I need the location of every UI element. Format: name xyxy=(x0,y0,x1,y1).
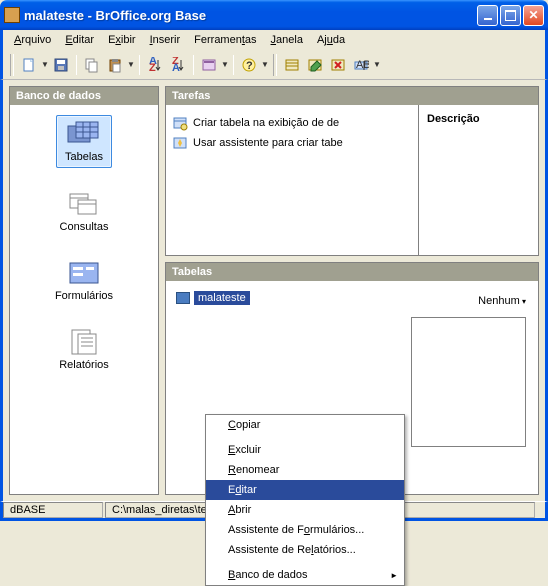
cm-abrir[interactable]: Abrir xyxy=(206,500,404,520)
menu-inserir[interactable]: Inserir xyxy=(143,32,188,48)
cm-asst-relatorios[interactable]: Assistente de Relatórios... xyxy=(206,540,404,560)
window-title: malateste - BrOffice.org Base xyxy=(24,8,477,23)
sort-asc-button[interactable]: AZ xyxy=(144,54,166,76)
menu-ferramentas[interactable]: Ferramentas xyxy=(187,32,263,48)
status-dbtype: dBASE xyxy=(3,502,103,518)
tables-icon xyxy=(66,120,102,148)
sidebar: Banco de dados Tabelas Consultas Formulá… xyxy=(9,86,159,495)
context-menu: Copiar Excluir Renomear Editar Abrir Ass… xyxy=(205,414,405,586)
task-label: Usar assistente para criar tabe xyxy=(193,137,343,149)
toolbar: ▼ ▼ AZ ZA ▼ ? ▼ AB ▼ xyxy=(0,50,548,80)
desc-header: Descrição xyxy=(427,113,480,125)
table-icon xyxy=(176,292,190,304)
help-button[interactable]: ? xyxy=(238,54,260,76)
sidebar-item-formularios[interactable]: Formulários xyxy=(47,255,121,306)
menubar: Arquivo Editar Exibir Inserir Ferramenta… xyxy=(0,30,548,50)
app-icon xyxy=(4,7,20,23)
rename-button[interactable]: AB xyxy=(350,54,372,76)
cm-renomear[interactable]: Renomear xyxy=(206,460,404,480)
help-dropdown[interactable]: ▼ xyxy=(261,60,269,69)
sidebar-label: Relatórios xyxy=(59,359,109,371)
delete-button[interactable] xyxy=(327,54,349,76)
task-wizard[interactable]: Usar assistente para criar tabe xyxy=(172,133,412,153)
save-button[interactable] xyxy=(50,54,72,76)
menu-exibir[interactable]: Exibir xyxy=(101,32,143,48)
copy-button[interactable] xyxy=(81,54,103,76)
cm-asst-formularios[interactable]: Assistente de Formulários... xyxy=(206,520,404,540)
table-item[interactable]: malateste xyxy=(176,291,528,305)
tasks-panel: Tarefas Criar tabela na exibição de de U… xyxy=(165,86,539,256)
forms-icon xyxy=(66,259,102,287)
task-icon xyxy=(172,115,188,131)
toolbar-overflow[interactable]: ▼ xyxy=(373,60,381,69)
new-button[interactable] xyxy=(18,54,40,76)
task-label: Criar tabela na exibição de de xyxy=(193,117,339,129)
minimize-button[interactable] xyxy=(477,5,498,26)
tables-header: Tabelas xyxy=(166,263,538,281)
paste-button[interactable] xyxy=(104,54,126,76)
tasks-list: Criar tabela na exibição de de Usar assi… xyxy=(166,105,418,255)
svg-text:Z: Z xyxy=(149,62,156,73)
titlebar[interactable]: malateste - BrOffice.org Base xyxy=(0,0,548,30)
sidebar-item-consultas[interactable]: Consultas xyxy=(52,186,117,237)
svg-text:AB: AB xyxy=(356,59,369,71)
form-button[interactable] xyxy=(198,54,220,76)
reports-icon xyxy=(66,328,102,356)
content-area: Banco de dados Tabelas Consultas Formulá… xyxy=(0,80,548,501)
paste-dropdown[interactable]: ▼ xyxy=(127,60,135,69)
sidebar-label: Consultas xyxy=(60,221,109,233)
close-button[interactable] xyxy=(523,5,544,26)
sidebar-label: Formulários xyxy=(55,290,113,302)
cm-banco-dados[interactable]: Banco de dados xyxy=(206,565,404,585)
menu-janela[interactable]: Janela xyxy=(264,32,310,48)
preview-mode-dropdown[interactable]: Nenhum xyxy=(478,295,526,307)
table-button[interactable] xyxy=(281,54,303,76)
tasks-description: Descrição xyxy=(418,105,538,255)
sidebar-item-relatorios[interactable]: Relatórios xyxy=(51,324,117,375)
task-create-design[interactable]: Criar tabela na exibição de de xyxy=(172,113,412,133)
sort-desc-button[interactable]: ZA xyxy=(167,54,189,76)
new-dropdown[interactable]: ▼ xyxy=(41,60,49,69)
toolbar-handle-2[interactable] xyxy=(273,54,277,76)
sidebar-label: Tabelas xyxy=(65,151,103,163)
menu-editar[interactable]: Editar xyxy=(58,32,101,48)
task-icon xyxy=(172,135,188,151)
form-dropdown[interactable]: ▼ xyxy=(221,60,229,69)
svg-text:?: ? xyxy=(246,60,253,72)
menu-ajuda[interactable]: Ajuda xyxy=(310,32,352,48)
cm-excluir[interactable]: Excluir xyxy=(206,440,404,460)
queries-icon xyxy=(66,190,102,218)
menu-arquivo[interactable]: Arquivo xyxy=(7,32,58,48)
tasks-header: Tarefas xyxy=(166,87,538,105)
cm-editar[interactable]: Editar xyxy=(206,480,404,500)
maximize-button[interactable] xyxy=(500,5,521,26)
preview-box xyxy=(411,317,526,447)
sidebar-item-tabelas[interactable]: Tabelas xyxy=(56,115,112,168)
edit-button[interactable] xyxy=(304,54,326,76)
sidebar-header: Banco de dados xyxy=(10,87,158,105)
table-name: malateste xyxy=(194,291,250,305)
toolbar-handle[interactable] xyxy=(10,54,14,76)
cm-copiar[interactable]: Copiar xyxy=(206,415,404,435)
